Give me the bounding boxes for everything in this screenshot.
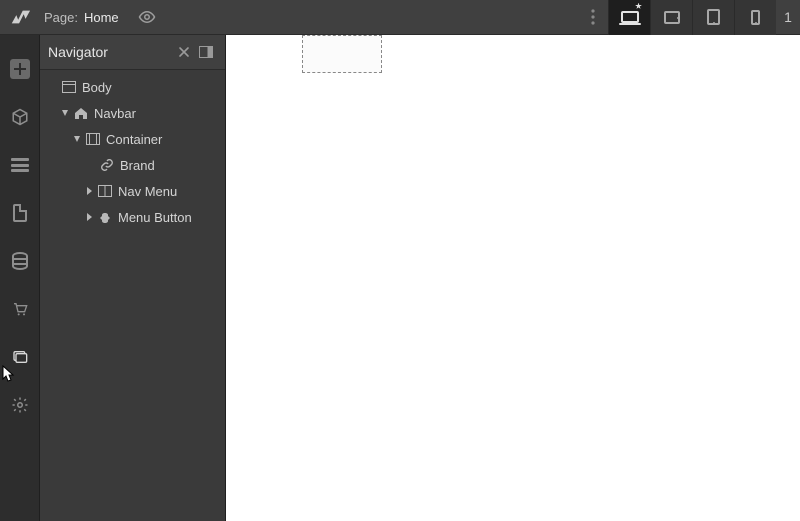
device-switcher xyxy=(608,0,776,35)
left-rail xyxy=(0,35,40,521)
settings-button[interactable] xyxy=(0,381,40,429)
container-icon xyxy=(84,133,102,145)
page-icon xyxy=(13,204,27,222)
page-label-text: Page: xyxy=(44,10,78,25)
navigator-panel: Navigator Body xyxy=(40,35,226,521)
navigator-icon xyxy=(11,158,29,172)
tree-twisty-expanded[interactable] xyxy=(70,135,84,143)
symbols-button[interactable] xyxy=(0,93,40,141)
menu-button-icon xyxy=(96,211,114,224)
add-element-button[interactable] xyxy=(0,45,40,93)
tree-twisty-collapsed[interactable] xyxy=(82,187,96,195)
tree-item-container[interactable]: Container xyxy=(40,126,225,152)
preview-icon[interactable] xyxy=(133,3,161,31)
tree-item-body[interactable]: Body xyxy=(40,74,225,100)
tree-twisty-expanded[interactable] xyxy=(58,109,72,117)
page-name-text: Home xyxy=(84,10,119,25)
device-phone[interactable] xyxy=(734,0,776,35)
navigator-tree: Body Navbar Container xyxy=(40,70,225,234)
tree-item-brand[interactable]: Brand xyxy=(40,152,225,178)
navigator-panel-title: Navigator xyxy=(48,44,173,60)
tree-label: Menu Button xyxy=(118,210,192,225)
panel-dock-icon[interactable] xyxy=(195,41,217,63)
webflow-logo[interactable] xyxy=(0,0,40,35)
cube-icon xyxy=(11,108,29,126)
navigator-button[interactable] xyxy=(0,141,40,189)
body-icon xyxy=(60,81,78,93)
overflow-menu-icon[interactable] xyxy=(578,9,608,25)
tree-label: Nav Menu xyxy=(118,184,177,199)
device-tablet-landscape[interactable] xyxy=(650,0,692,35)
tree-item-menu-button[interactable]: Menu Button xyxy=(40,204,225,230)
link-icon xyxy=(98,158,116,172)
assets-icon xyxy=(11,349,29,365)
tree-label: Brand xyxy=(120,158,155,173)
navigator-panel-header: Navigator xyxy=(40,35,225,70)
breakpoint-count: 1 xyxy=(776,9,800,25)
page-selector[interactable]: Page: Home xyxy=(40,10,119,25)
tree-item-nav-menu[interactable]: Nav Menu xyxy=(40,178,225,204)
canvas[interactable] xyxy=(226,35,800,521)
database-icon xyxy=(12,252,28,270)
assets-button[interactable] xyxy=(0,333,40,381)
cart-icon xyxy=(11,301,29,317)
tree-label: Navbar xyxy=(94,106,136,121)
pages-button[interactable] xyxy=(0,189,40,237)
gear-icon xyxy=(11,396,29,414)
device-tablet-portrait[interactable] xyxy=(692,0,734,35)
panel-pin-icon[interactable] xyxy=(173,41,195,63)
tree-label: Container xyxy=(106,132,162,147)
nav-menu-icon xyxy=(96,185,114,197)
home-icon xyxy=(72,107,90,120)
laptop-icon xyxy=(621,11,639,23)
topbar: Page: Home 1 xyxy=(0,0,800,35)
brand-placeholder[interactable] xyxy=(302,35,382,73)
cms-button[interactable] xyxy=(0,237,40,285)
tree-label: Body xyxy=(82,80,112,95)
plus-icon xyxy=(10,59,30,79)
main-area: Navigator Body xyxy=(0,35,800,521)
device-desktop[interactable] xyxy=(608,0,650,35)
tablet-landscape-icon xyxy=(664,11,680,24)
tree-twisty-collapsed[interactable] xyxy=(82,213,96,221)
phone-icon xyxy=(751,10,760,25)
tree-item-navbar[interactable]: Navbar xyxy=(40,100,225,126)
tablet-portrait-icon xyxy=(707,9,720,25)
ecommerce-button[interactable] xyxy=(0,285,40,333)
